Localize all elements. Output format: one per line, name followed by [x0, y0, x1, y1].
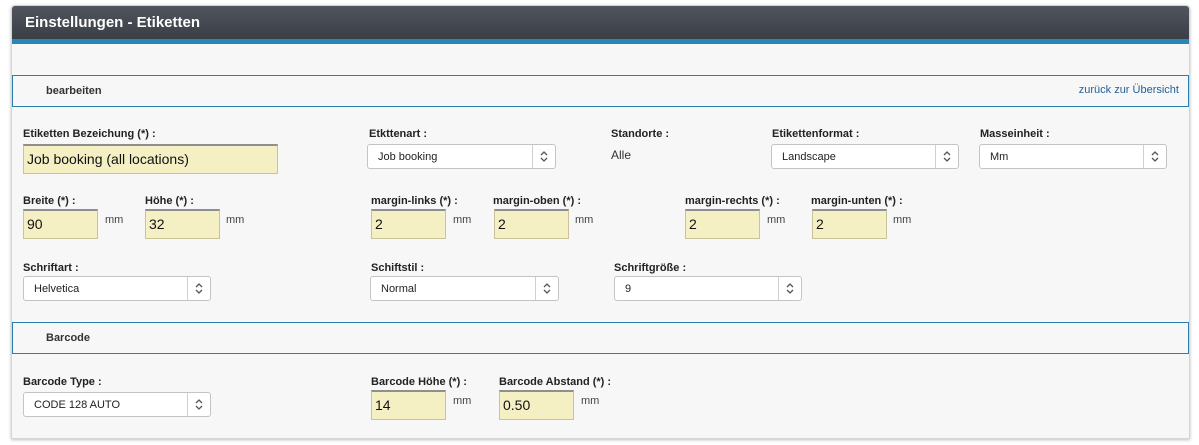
schriftgroesse-value: 9: [625, 283, 632, 295]
updown-chevron-icon: [943, 151, 951, 162]
barcode-type-label: Barcode Type :: [23, 376, 102, 388]
edit-section-header: bearbeiten zurück zur Übersicht: [12, 75, 1189, 107]
schriftart-label: Schriftart :: [23, 262, 79, 274]
margin-unten-label: margin-unten (*) :: [811, 195, 903, 207]
barcode-section-header: Barcode: [12, 322, 1189, 354]
hoehe-unit: mm: [226, 214, 245, 226]
updown-chevron-icon: [195, 283, 203, 294]
margin-unten-unit: mm: [893, 214, 912, 226]
barcode-hoehe-input[interactable]: 14: [371, 390, 446, 420]
schriftstil-value: Normal: [381, 283, 417, 295]
breite-label: Breite (*) :: [23, 195, 76, 207]
updown-chevron-icon: [786, 283, 794, 294]
barcode-hoehe-label: Barcode Höhe (*) :: [371, 376, 467, 388]
schriftart-value: Helvetica: [34, 283, 80, 295]
updown-chevron-icon: [543, 283, 551, 294]
margin-unten-input[interactable]: 2: [812, 209, 887, 239]
margin-oben-unit: mm: [575, 214, 594, 226]
barcode-section-title: Barcode: [46, 332, 91, 344]
window-header: Einstellungen - Etiketten: [12, 6, 1189, 44]
barcode-abstand-input[interactable]: 0.50: [499, 390, 574, 420]
margin-rechts-label: margin-rechts (*) :: [685, 195, 780, 207]
schriftgroesse-label: Schriftgröße :: [614, 262, 687, 274]
standorte-value: Alle: [611, 148, 632, 162]
etikettenformat-label: Etikettenformat :: [772, 128, 860, 140]
schriftart-select[interactable]: Helvetica: [23, 276, 211, 301]
breite-input[interactable]: 90: [23, 209, 98, 239]
edit-section-title: bearbeiten: [46, 85, 102, 97]
barcode-abstand-label: Barcode Abstand (*) :: [499, 376, 612, 388]
margin-rechts-input[interactable]: 2: [685, 209, 760, 239]
masseinheit-select[interactable]: Mm: [979, 144, 1167, 169]
margin-links-unit: mm: [453, 214, 472, 226]
bezeichnung-input[interactable]: Job booking (all locations): [23, 144, 278, 174]
standorte-label: Standorte :: [611, 128, 670, 140]
etikettenformat-select[interactable]: Landscape: [771, 144, 959, 169]
schriftstil-label: Schiftstil :: [371, 262, 425, 274]
updown-chevron-icon: [195, 399, 203, 410]
updown-chevron-icon: [540, 151, 548, 162]
schriftgroesse-select[interactable]: 9: [614, 276, 802, 301]
bezeichnung-label: Etiketten Bezeichung (*) :: [23, 128, 156, 140]
etikettenart-select[interactable]: Job booking: [367, 144, 556, 169]
hoehe-input[interactable]: 32: [145, 209, 220, 239]
hoehe-label: Höhe (*) :: [145, 195, 194, 207]
masseinheit-value: Mm: [990, 151, 1009, 163]
barcode-type-select[interactable]: CODE 128 AUTO: [23, 392, 211, 417]
page-title: Einstellungen - Etiketten: [25, 14, 201, 31]
margin-links-input[interactable]: 2: [371, 209, 446, 239]
margin-oben-label: margin-oben (*) :: [493, 195, 581, 207]
barcode-hoehe-unit: mm: [453, 395, 472, 407]
schriftstil-select[interactable]: Normal: [370, 276, 559, 301]
masseinheit-label: Masseinheit :: [980, 128, 1050, 140]
barcode-abstand-unit: mm: [581, 395, 600, 407]
barcode-type-value: CODE 128 AUTO: [34, 399, 120, 411]
back-to-overview-link[interactable]: zurück zur Übersicht: [1079, 84, 1179, 96]
etikettenart-value: Job booking: [378, 151, 438, 163]
margin-rechts-unit: mm: [767, 214, 786, 226]
margin-links-label: margin-links (*) :: [371, 195, 458, 207]
breite-unit: mm: [105, 214, 124, 226]
margin-oben-input[interactable]: 2: [494, 209, 569, 239]
settings-panel: Einstellungen - Etiketten bearbeiten zur…: [11, 5, 1190, 439]
etikettenart-label: Etkttenart :: [369, 128, 428, 140]
etikettenformat-value: Landscape: [782, 151, 836, 163]
updown-chevron-icon: [1151, 151, 1159, 162]
